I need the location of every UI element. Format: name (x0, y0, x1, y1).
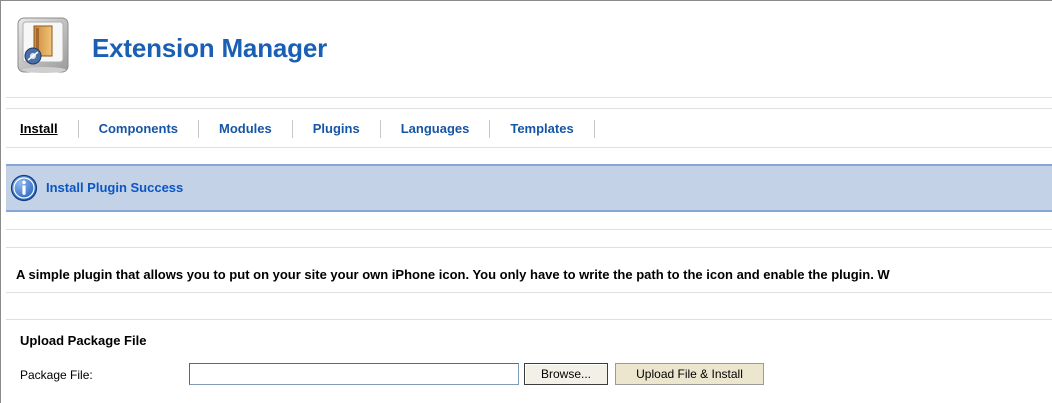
upload-install-button[interactable]: Upload File & Install (615, 363, 764, 385)
tabs-bottom-divider (6, 147, 1052, 148)
tab-modules[interactable]: Modules (199, 120, 293, 138)
page-header: Extension Manager (2, 2, 1052, 94)
tab-languages[interactable]: Languages (381, 120, 491, 138)
upload-section-title: Upload Package File (20, 333, 147, 348)
tabs-top-divider (6, 108, 1052, 109)
tab-plugins[interactable]: Plugins (293, 120, 381, 138)
package-file-input[interactable] (189, 363, 519, 385)
browse-button[interactable]: Browse... (524, 363, 608, 385)
header-divider (6, 97, 1052, 98)
message-text: Install Plugin Success (46, 180, 184, 195)
message-divider (6, 229, 1052, 230)
page-title: Extension Manager (92, 33, 327, 63)
extension-manager-icon (16, 16, 72, 76)
info-icon (10, 174, 38, 202)
extension-tabs: Install Components Modules Plugins Langu… (15, 120, 595, 138)
tab-templates[interactable]: Templates (490, 120, 595, 138)
package-file-label: Package File: (20, 368, 93, 382)
description-top-divider (6, 247, 1052, 248)
description-bottom-divider (6, 292, 1052, 293)
upload-top-divider (6, 319, 1052, 320)
tab-components[interactable]: Components (79, 120, 200, 138)
extension-manager-page: Extension Manager Install Components Mod… (0, 0, 1052, 403)
message-bar: Install Plugin Success (6, 164, 1052, 212)
tab-install[interactable]: Install (15, 120, 79, 138)
plugin-description: A simple plugin that allows you to put o… (16, 267, 890, 282)
